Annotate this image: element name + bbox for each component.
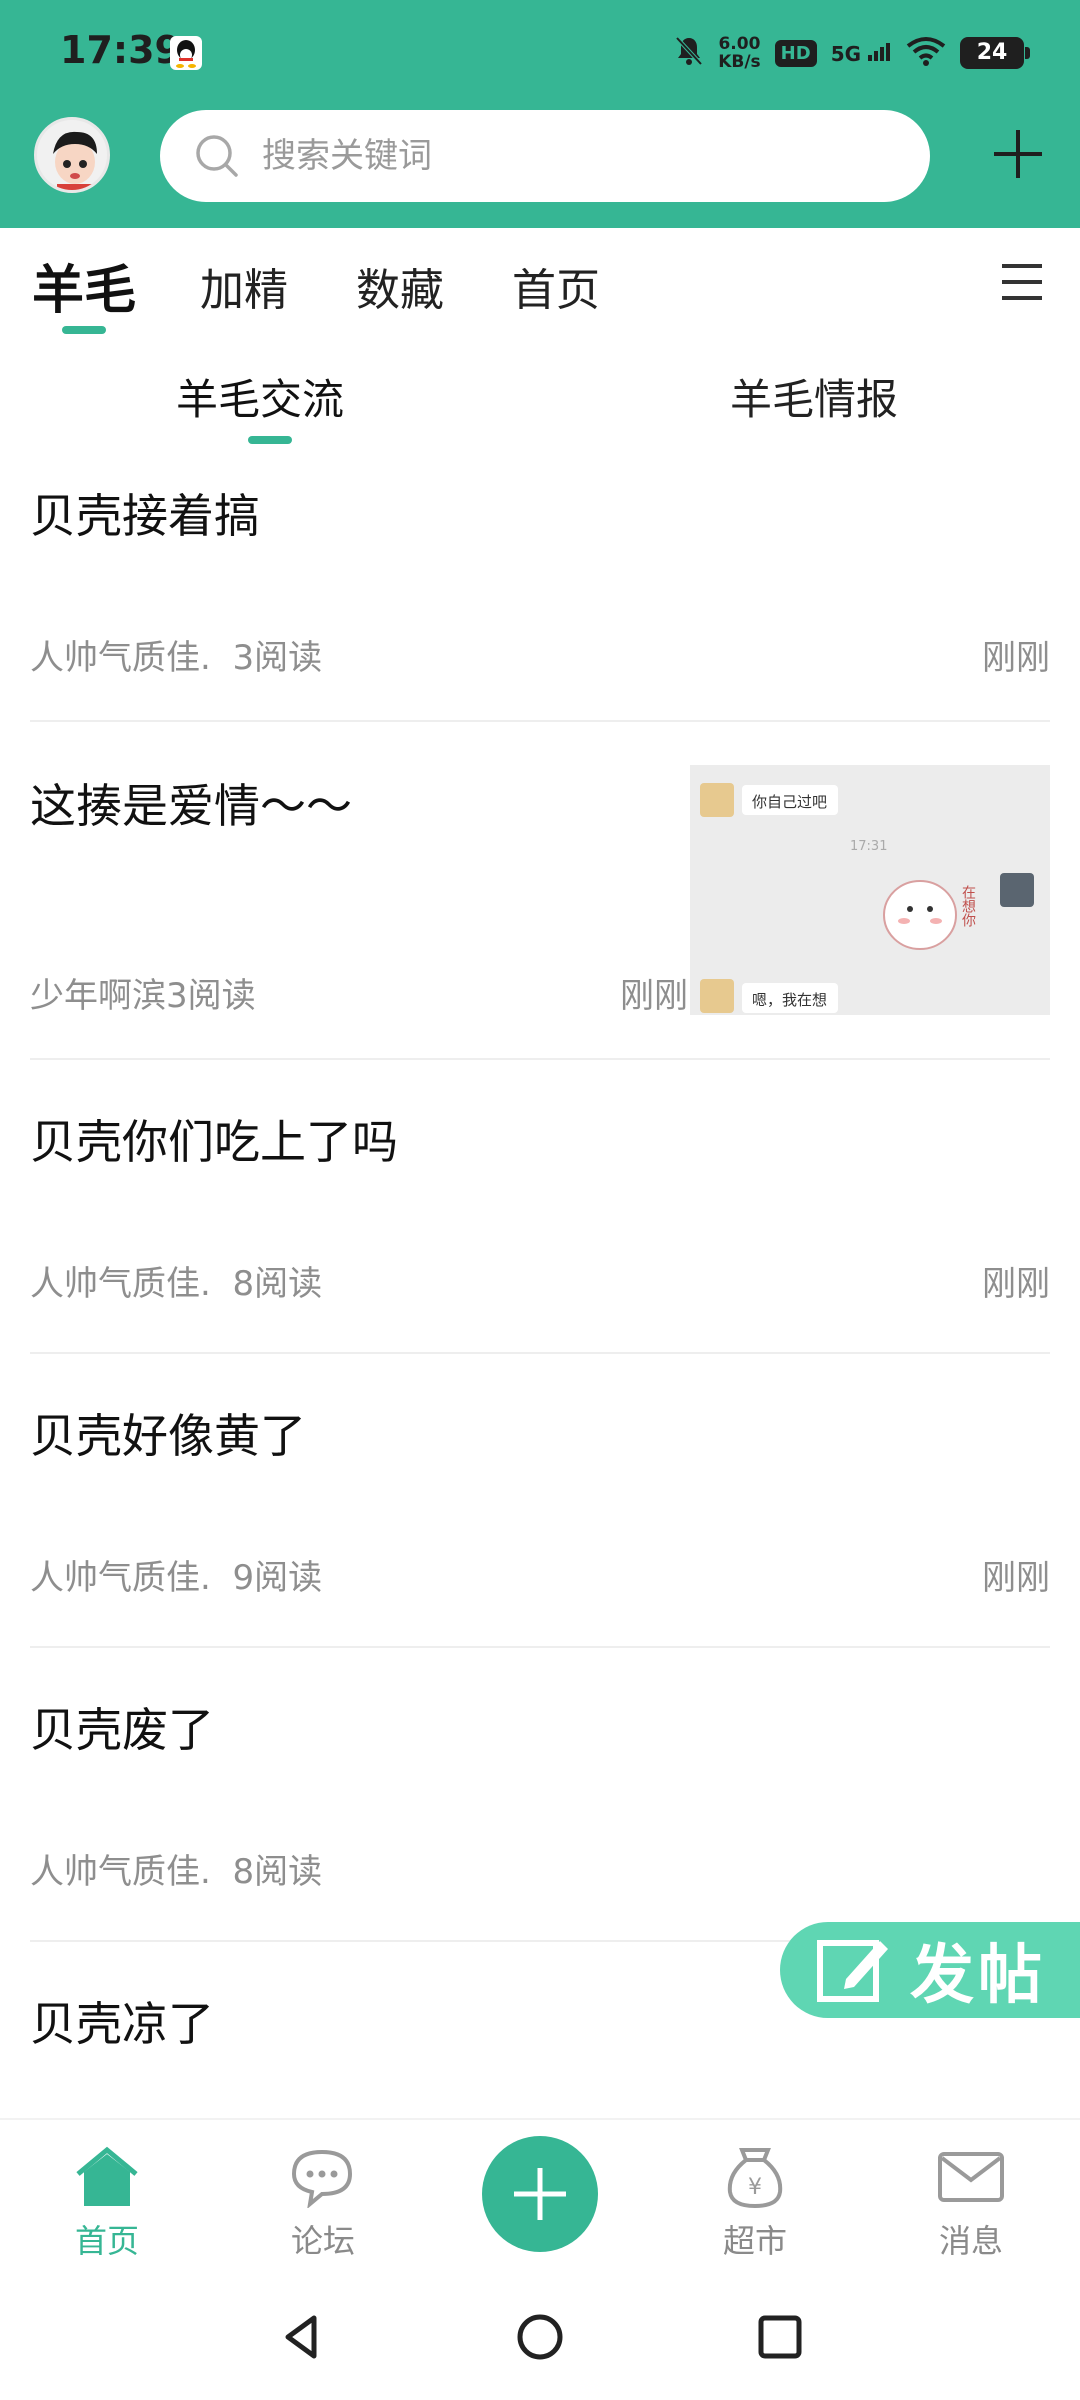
chat-bubble-icon (291, 2149, 353, 2208)
money-bag-icon: ¥ (727, 2148, 783, 2208)
nav-forum[interactable]: 论坛 (248, 2146, 398, 2262)
search-bar[interactable] (160, 110, 930, 202)
post-time: 刚刚 (982, 1264, 1050, 1304)
post-reads: 8阅读 (232, 1852, 323, 1892)
tab-shucang[interactable]: 数藏 (356, 254, 444, 318)
qq-notification-icon (170, 36, 202, 70)
post-time: 刚刚 (982, 1558, 1050, 1598)
status-bar: 17:39 6.00 KB/s HD 5G 24 (0, 0, 1080, 104)
nav-messages[interactable]: 消息 (896, 2146, 1046, 2262)
wifi-icon (906, 36, 946, 70)
post-title: 贝壳好像黄了 (30, 1409, 306, 1463)
post-meta: 人帅气质佳. 8阅读 (30, 1844, 322, 1893)
tab-yangmao[interactable]: 羊毛 (32, 248, 136, 323)
nav-market-label: 超市 (722, 2222, 787, 2260)
subtab-yangmao-qingbao[interactable]: 羊毛情报 (730, 366, 898, 427)
post-author: 人帅气质佳. (30, 1558, 211, 1598)
status-time: 17:39 (60, 28, 181, 72)
signal-label: 5G (830, 41, 862, 66)
edit-icon (817, 1940, 888, 2002)
recents-icon[interactable] (755, 2312, 805, 2362)
post-thumbnail[interactable]: 你自己过吧 17:31 在想你 嗯，我在想 (690, 765, 1050, 1015)
post-author: 少年啊滨 (30, 976, 166, 1016)
mail-icon (938, 2152, 1004, 2202)
active-subtab-indicator (248, 436, 292, 444)
category-tabs: 羊毛 加精 数藏 首页 (0, 228, 1080, 340)
tab-jiajing[interactable]: 加精 (200, 254, 288, 318)
battery-icon: 24 (960, 37, 1030, 69)
post-reads: 3阅读 (166, 976, 256, 1016)
signal-5g: 5G (830, 41, 892, 66)
thumb-msg-1: 你自己过吧 (752, 793, 828, 811)
active-tab-indicator (62, 326, 106, 334)
nav-home[interactable]: 首页 (32, 2146, 182, 2262)
search-input[interactable] (262, 136, 862, 176)
net-speed-value: 6.00 (718, 34, 761, 54)
nav-home-label: 首页 (74, 2222, 139, 2260)
post-title: 贝壳你们吃上了吗 (30, 1115, 398, 1169)
list-item[interactable]: 贝壳你们吃上了吗 人帅气质佳. 8阅读 刚刚 (30, 1060, 1050, 1354)
add-icon[interactable] (990, 126, 1046, 182)
nav-market[interactable]: ¥ 超市 (680, 2146, 830, 2262)
post-reads: 3阅读 (232, 638, 323, 678)
back-icon[interactable] (276, 2312, 326, 2362)
post-meta: 少年啊滨3阅读 (30, 968, 256, 1017)
net-speed-unit: KB/s (718, 52, 761, 72)
list-item[interactable]: 贝壳接着搞 人帅气质佳. 3阅读 刚刚 (30, 450, 1050, 722)
post-reads: 9阅读 (232, 1558, 323, 1598)
sub-tabs: 羊毛交流 羊毛情报 (0, 350, 1080, 446)
home-icon (76, 2146, 138, 2206)
post-time: 刚刚 (620, 976, 688, 1016)
subtab-yangmao-jiaoliu[interactable]: 羊毛交流 (176, 366, 344, 427)
post-reads: 8阅读 (232, 1264, 323, 1304)
home-circle-icon[interactable] (515, 2312, 565, 2362)
post-meta: 人帅气质佳. 3阅读 (30, 630, 322, 679)
post-author: 人帅气质佳. (30, 1264, 211, 1304)
mute-bell-icon (674, 35, 704, 71)
hd-badge: HD (774, 39, 817, 67)
post-time: 刚刚 (982, 638, 1050, 678)
net-speed: 6.00 KB/s (718, 35, 760, 71)
list-item[interactable]: 贝壳废了 人帅气质佳. 8阅读 (30, 1648, 1050, 1942)
post-title: 贝壳凉了 (30, 1997, 214, 2051)
nav-forum-label: 论坛 (290, 2222, 355, 2260)
system-nav-bar (0, 2270, 1080, 2400)
user-avatar[interactable] (34, 117, 110, 193)
tab-shouye[interactable]: 首页 (512, 254, 600, 318)
post-meta: 人帅气质佳. 8阅读 (30, 1256, 322, 1305)
status-icons: 6.00 KB/s HD 5G 24 (674, 30, 1030, 76)
post-title: 贝壳废了 (30, 1703, 214, 1757)
new-post-button[interactable]: 发帖 (780, 1922, 1080, 2018)
post-title: 贝壳接着搞 (30, 489, 260, 543)
thumb-time: 17:31 (850, 839, 888, 854)
post-author: 人帅气质佳. (30, 1852, 211, 1892)
search-icon (196, 135, 238, 177)
svg-text:¥: ¥ (748, 2175, 762, 2200)
post-meta: 人帅气质佳. 9阅读 (30, 1550, 322, 1599)
list-item[interactable]: 贝壳好像黄了 人帅气质佳. 9阅读 刚刚 (30, 1354, 1050, 1648)
post-author: 人帅气质佳. (30, 638, 211, 678)
new-post-label: 发帖 (910, 1938, 1046, 2013)
nav-messages-label: 消息 (938, 2222, 1003, 2260)
menu-icon[interactable] (1000, 262, 1044, 302)
thumb-sticker-text: 在想你 (960, 885, 976, 927)
thumb-msg-2: 嗯，我在想 (752, 991, 828, 1009)
chat-screenshot-image (690, 765, 1050, 1015)
center-add-button[interactable] (482, 2136, 598, 2252)
plus-icon (514, 2168, 566, 2220)
post-title: 这揍是爱情～～ (30, 779, 352, 833)
